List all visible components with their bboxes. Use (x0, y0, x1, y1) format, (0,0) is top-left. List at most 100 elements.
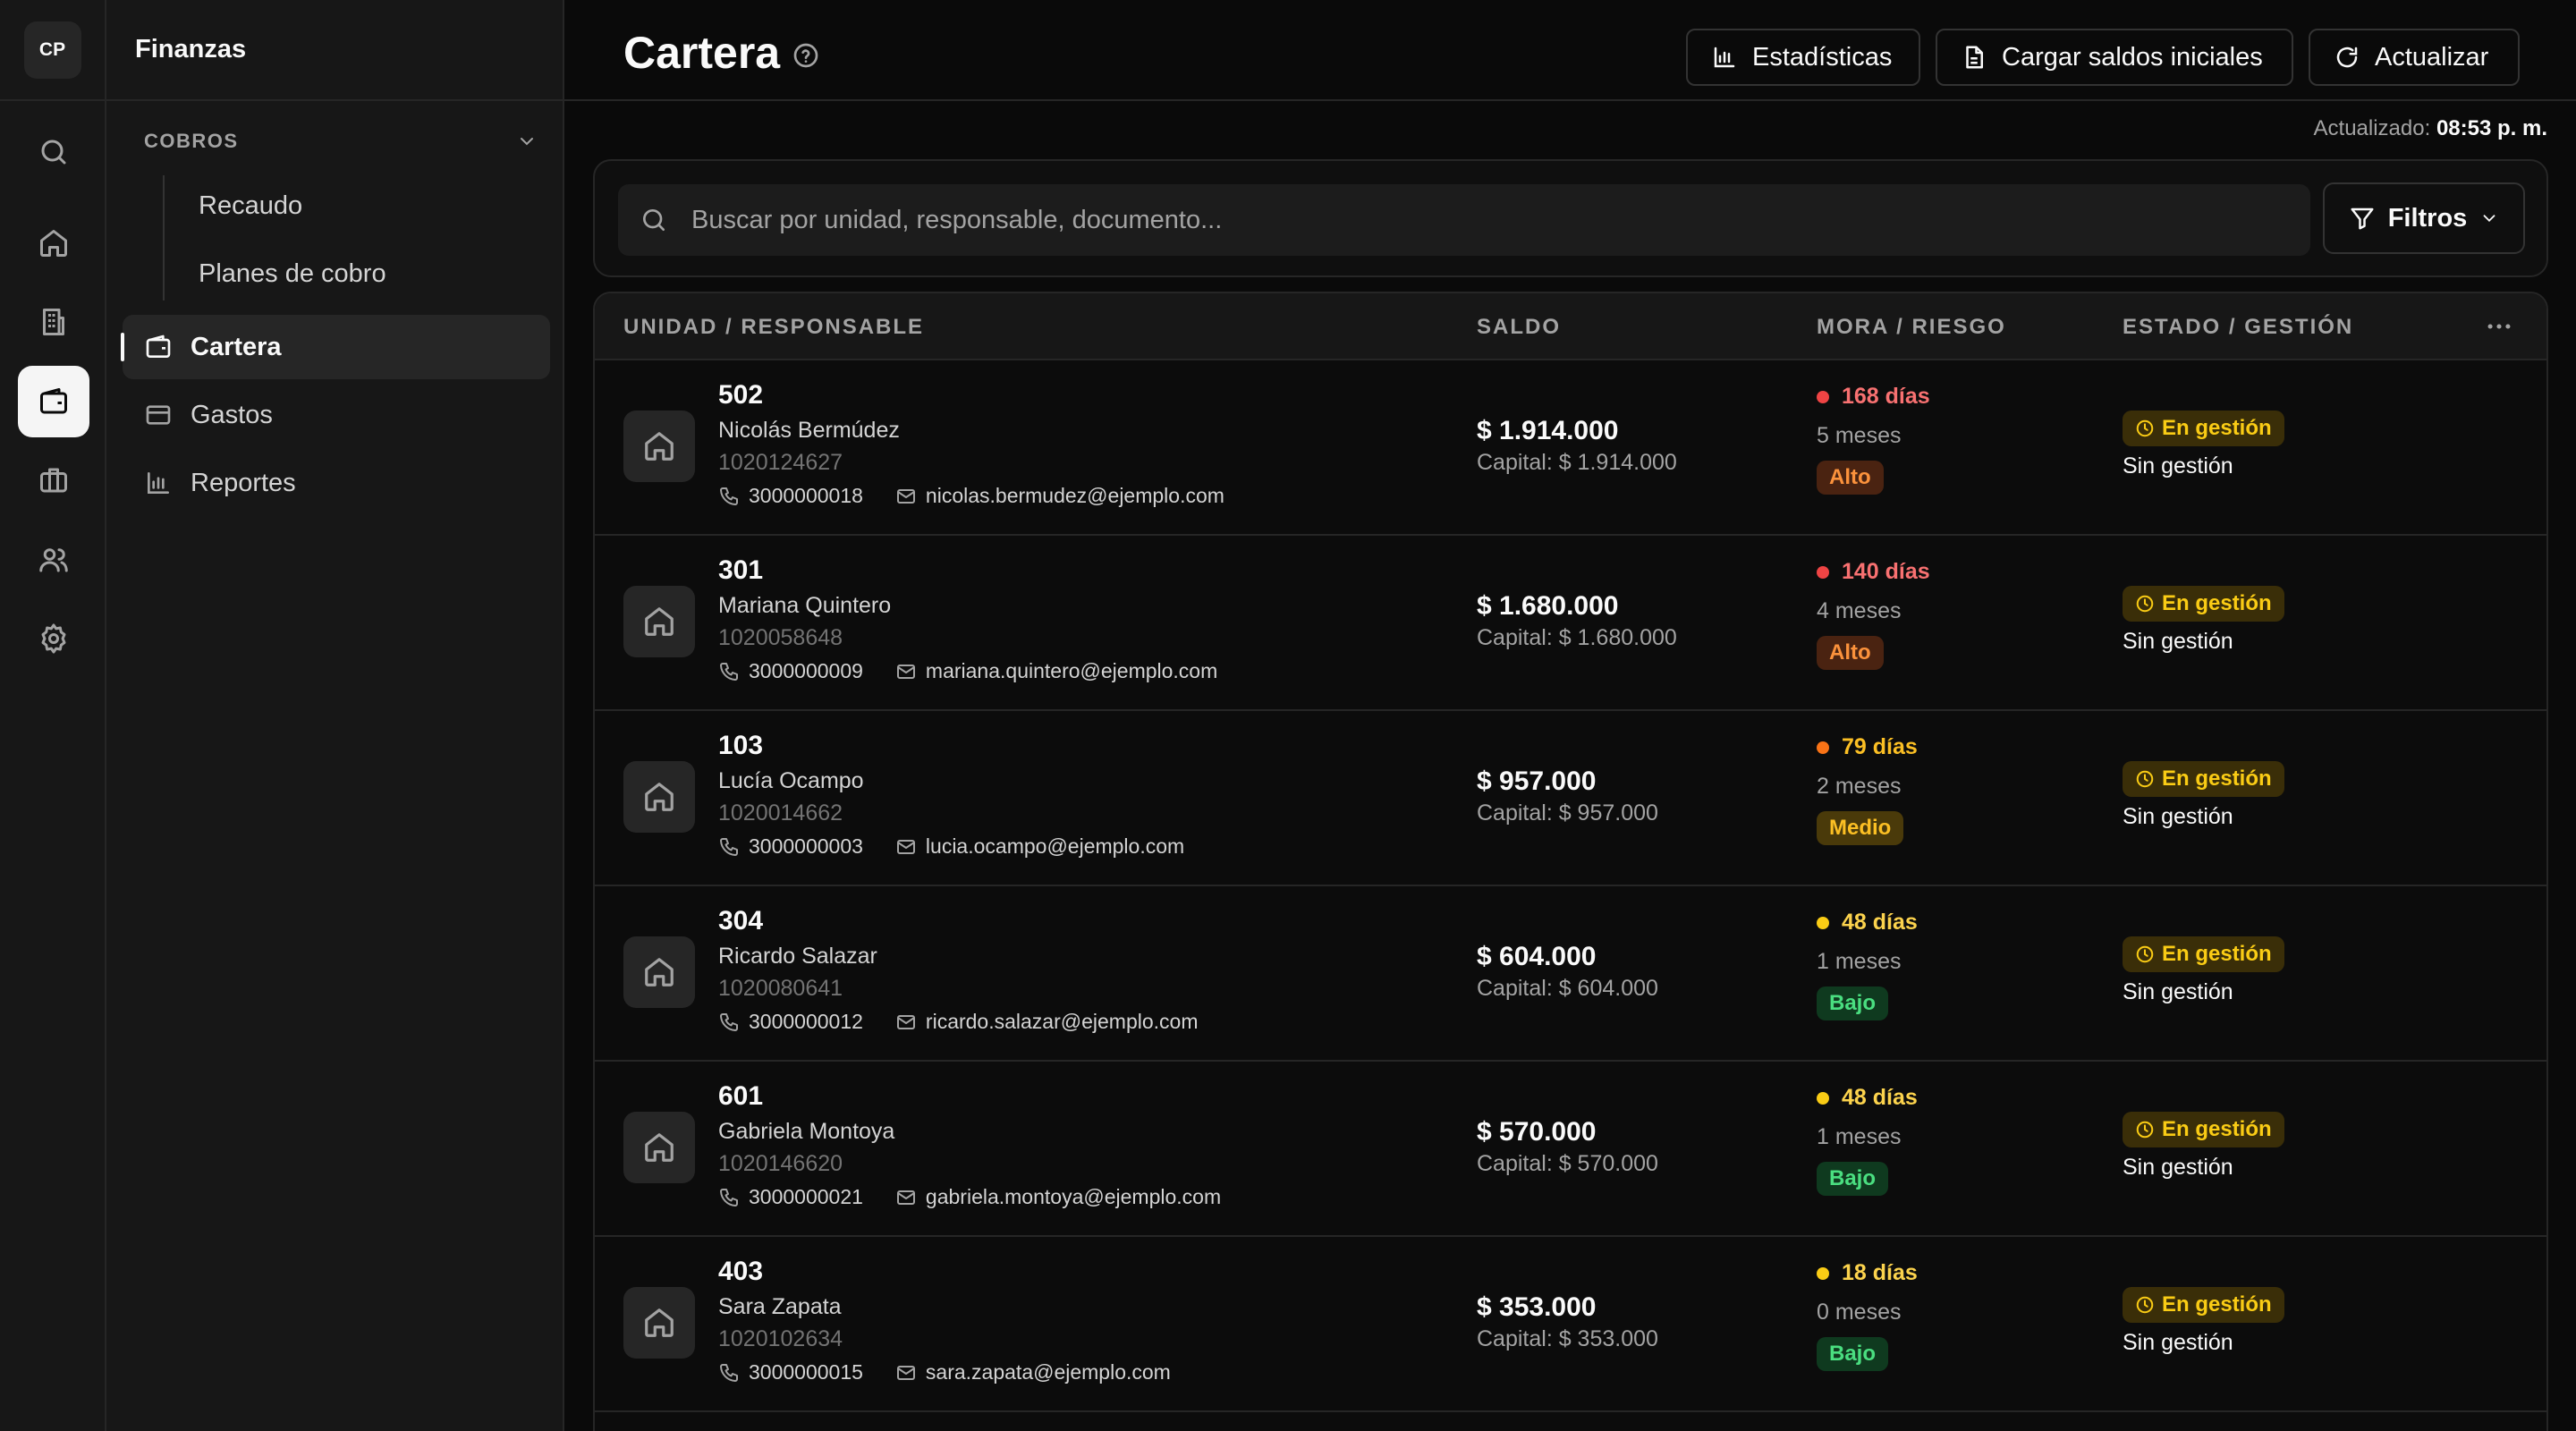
updated-time: 08:53 p. m. (2436, 116, 2547, 140)
phone-number[interactable]: 3000000018 (749, 484, 863, 508)
col-saldo[interactable]: SALDO (1477, 315, 1561, 340)
overdue-months: 5 meses (1817, 423, 1902, 448)
overdue-days: 48 días (1817, 910, 1918, 936)
responsible-name: Nicolás Bermúdez (718, 418, 900, 443)
nav-sub-item-planes[interactable]: Planes de cobro (199, 259, 386, 289)
clock-icon (2136, 1296, 2154, 1314)
status-badge: En gestión (2123, 1287, 2284, 1323)
unit-number[interactable]: 403 (718, 1257, 763, 1287)
responsible-name: Ricardo Salazar (718, 944, 877, 969)
refresh-button[interactable]: Actualizar (2309, 29, 2520, 86)
page-title: Cartera (623, 28, 781, 78)
phone-number[interactable]: 3000000021 (749, 1185, 863, 1209)
help-icon[interactable] (792, 41, 820, 70)
capital-amount: Capital: $ 570.000 (1477, 1151, 1658, 1176)
nav-item-label: Gastos (191, 400, 273, 429)
email-address[interactable]: ricardo.salazar@ejemplo.com (926, 1010, 1199, 1034)
unit-number[interactable]: 304 (718, 906, 763, 936)
capital-amount: Capital: $ 604.000 (1477, 976, 1658, 1001)
wallet-icon[interactable] (18, 366, 89, 437)
email-address[interactable]: sara.zapata@ejemplo.com (926, 1360, 1171, 1384)
unit-number[interactable]: 502 (718, 380, 763, 411)
app-logo[interactable]: CP (23, 21, 81, 79)
balance-amount: $ 1.680.000 (1477, 591, 1619, 621)
stats-button[interactable]: Estadísticas (1686, 29, 1920, 86)
overdue-months: 1 meses (1817, 949, 1902, 974)
active-indicator (121, 333, 124, 361)
overdue-days: 168 días (1817, 384, 1930, 410)
risk-dot (1817, 1266, 1829, 1280)
table-row[interactable]: 403 Sara Zapata 1020102634 3000000015 sa… (595, 1237, 2546, 1412)
email-address[interactable]: gabriela.montoya@ejemplo.com (926, 1185, 1221, 1209)
page-header: Cartera Estadísticas Cargar saldos inici… (564, 0, 2576, 101)
bar-chart-icon (148, 472, 169, 494)
management-status: Sin gestión (2123, 1155, 2233, 1180)
risk-dot (1817, 565, 1829, 579)
filters-button[interactable]: Filtros (2323, 182, 2525, 254)
updated-label: Actualizado: (2313, 116, 2431, 140)
table-row[interactable]: 502 Nicolás Bermúdez 1020124627 30000000… (595, 360, 2546, 536)
clock-icon (2136, 595, 2154, 613)
more-icon[interactable] (2484, 311, 2514, 342)
phone-icon (720, 837, 738, 856)
stats-button-label: Estadísticas (1752, 42, 1893, 72)
sub-nav-line (163, 175, 165, 301)
home-icon (623, 1287, 695, 1359)
home-icon (623, 586, 695, 657)
responsible-name: Gabriela Montoya (718, 1119, 895, 1144)
nav-group-cobros[interactable]: COBROS (144, 125, 538, 157)
capital-amount: Capital: $ 1.914.000 (1477, 450, 1677, 475)
document-number: 1020058648 (718, 625, 843, 650)
mail-icon (896, 488, 915, 504)
phone-number[interactable]: 3000000015 (749, 1360, 863, 1384)
phone-number[interactable]: 3000000003 (749, 834, 863, 859)
last-updated: Actualizado: 08:53 p. m. (2314, 116, 2547, 141)
responsible-name: Sara Zapata (718, 1294, 842, 1319)
phone-icon (720, 662, 738, 681)
unit-number[interactable]: 301 (718, 555, 763, 586)
home-icon (623, 411, 695, 482)
icon-rail: CP (0, 0, 106, 1431)
search-icon[interactable] (18, 116, 89, 188)
col-mora[interactable]: MORA / RIESGO (1817, 315, 2006, 340)
status-label: En gestión (2162, 1117, 2272, 1141)
overdue-months: 1 meses (1817, 1124, 1902, 1149)
phone-number[interactable]: 3000000012 (749, 1010, 863, 1034)
nav-item-cartera[interactable]: Cartera (123, 315, 550, 379)
nav-item-reportes[interactable]: Reportes (123, 451, 550, 515)
home-icon[interactable] (18, 207, 89, 279)
phone-number[interactable]: 3000000009 (749, 659, 863, 683)
wallet-icon (146, 334, 171, 358)
col-estado[interactable]: ESTADO / GESTIÓN (2123, 315, 2353, 340)
overdue-days-label: 140 días (1842, 559, 1930, 584)
gear-icon[interactable] (18, 603, 89, 674)
document-number: 1020146620 (718, 1151, 843, 1176)
phone-icon (720, 1188, 738, 1207)
table-row[interactable]: 103 Lucía Ocampo 1020014662 3000000003 l… (595, 711, 2546, 886)
unit-number[interactable]: 103 (718, 731, 763, 761)
users-icon[interactable] (18, 524, 89, 596)
col-unit[interactable]: UNIDAD / RESPONSABLE (623, 315, 924, 340)
load-balances-label: Cargar saldos iniciales (2002, 42, 2263, 72)
table-row[interactable]: 601 Gabriela Montoya 1020146620 30000000… (595, 1062, 2546, 1237)
table-row[interactable]: 301 Mariana Quintero 1020058648 30000000… (595, 536, 2546, 711)
search-input[interactable]: Buscar por unidad, responsable, document… (618, 184, 2310, 256)
status-label: En gestión (2162, 766, 2272, 791)
unit-number[interactable]: 601 (718, 1081, 763, 1112)
nav-item-gastos[interactable]: Gastos (123, 383, 550, 447)
building-icon[interactable] (18, 286, 89, 358)
status-badge: En gestión (2123, 761, 2284, 797)
nav-sub-item-recaudo[interactable]: Recaudo (199, 191, 302, 221)
email-address[interactable]: mariana.quintero@ejemplo.com (926, 659, 1217, 683)
load-balances-button[interactable]: Cargar saldos iniciales (1936, 29, 2293, 86)
risk-badge: Alto (1817, 636, 1884, 670)
status-badge: En gestión (2123, 1112, 2284, 1147)
table-row[interactable]: 304 Ricardo Salazar 1020080641 300000001… (595, 886, 2546, 1062)
email-address[interactable]: lucia.ocampo@ejemplo.com (926, 834, 1184, 859)
email-address[interactable]: nicolas.bermudez@ejemplo.com (926, 484, 1224, 508)
briefcase-icon[interactable] (18, 445, 89, 516)
management-status: Sin gestión (2123, 453, 2233, 478)
capital-amount: Capital: $ 957.000 (1477, 800, 1658, 826)
management-status: Sin gestión (2123, 629, 2233, 654)
nav-panel: Finanzas COBROS Recaudo Planes de cobro … (106, 0, 564, 1431)
